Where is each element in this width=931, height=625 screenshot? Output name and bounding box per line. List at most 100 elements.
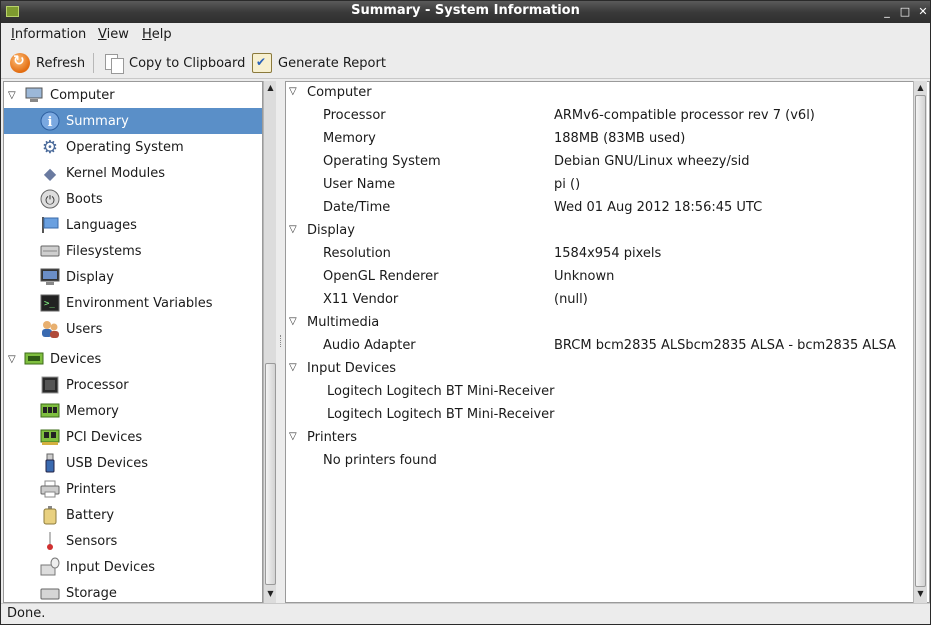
usb-icon [40,453,60,473]
tree-item-printers[interactable]: Printers [4,476,262,502]
category-tree[interactable]: ▽ Computer i Summary ⚙ Operating System … [3,81,263,603]
tree-item-label: Processor [66,377,129,393]
tree-item-battery[interactable]: Battery [4,502,262,528]
svg-text:>_: >_ [44,299,55,309]
detail-row[interactable]: Processor ARMv6-compatible processor rev… [286,105,914,128]
info-icon: i [40,111,60,131]
tree-item-label: Display [66,269,114,285]
detail-row[interactable]: Operating System Debian GNU/Linux wheezy… [286,151,914,174]
tree-item-users[interactable]: Users [4,316,262,342]
tree-item-usb-devices[interactable]: USB Devices [4,450,262,476]
svg-text:⏻: ⏻ [45,193,55,207]
detail-row[interactable]: User Name pi () [286,174,914,197]
detail-row[interactable]: X11 Vendor (null) [286,289,914,312]
tree-item-pci-devices[interactable]: PCI Devices [4,424,262,450]
collapse-arrow-icon[interactable]: ▽ [289,431,297,442]
collapse-arrow-icon[interactable]: ▽ [289,224,297,235]
detail-row[interactable]: Logitech Logitech BT Mini-Receiver [286,381,914,404]
memory-icon [40,401,60,421]
scroll-up-icon[interactable]: ▲ [914,81,927,95]
toolbar: Refresh Copy to Clipboard Generate Repor… [1,47,930,79]
window-title: Summary - System Information [351,3,580,18]
refresh-icon [10,53,30,73]
detail-row[interactable]: No printers found [286,450,914,473]
collapse-arrow-icon[interactable]: ▽ [289,316,297,327]
scroll-down-icon[interactable]: ▼ [914,587,927,601]
generate-report-button[interactable]: Generate Report [252,52,386,74]
collapse-arrow-icon[interactable]: ▽ [289,86,297,97]
title-bar[interactable]: Summary - System Information _ □ ✕ [1,1,930,23]
detail-row[interactable]: Logitech Logitech BT Mini-Receiver [286,404,914,427]
tree-item-label: Users [66,321,103,337]
tree-item-label: Battery [66,507,115,523]
section-header-computer[interactable]: ▽ Computer [286,82,914,105]
section-header-input-devices[interactable]: ▽ Input Devices [286,358,914,381]
status-text: Done. [7,606,46,621]
tree-item-summary[interactable]: i Summary [4,108,262,134]
tree-item-input-devices[interactable]: Input Devices [4,554,262,580]
tree-item-label: Boots [66,191,103,207]
gear-icon: ⚙ [41,136,59,158]
tree-item-label: Operating System [66,139,184,155]
tree-item-languages[interactable]: Languages [4,212,262,238]
tree-item-storage[interactable]: Storage [4,580,262,602]
section-header-display[interactable]: ▽ Display [286,220,914,243]
app-window: Summary - System Information _ □ ✕ Infor… [0,0,931,625]
detail-row[interactable]: OpenGL Renderer Unknown [286,266,914,289]
devices-icon [24,349,44,369]
detail-row[interactable]: Memory 188MB (83MB used) [286,128,914,151]
kernel-icon: ◆ [43,163,57,183]
tree-item-sensors[interactable]: Sensors [4,528,262,554]
svg-text:i: i [48,115,53,130]
computer-icon [24,85,44,105]
tree-item-label: Sensors [66,533,118,549]
detail-row[interactable]: Date/Time Wed 01 Aug 2012 18:56:45 UTC [286,197,914,220]
tree-group-devices[interactable]: ▽ Devices [4,346,262,372]
collapse-arrow-icon[interactable]: ▽ [8,90,16,101]
details-scrollbar-thumb[interactable] [915,95,926,587]
tree-scrollbar-thumb[interactable] [265,363,276,585]
details-view[interactable]: ▽ Computer Processor ARMv6-compatible pr… [285,81,930,603]
tree-group-computer[interactable]: ▽ Computer [4,82,262,108]
tree-item-environment-variables[interactable]: >_ Environment Variables [4,290,262,316]
tree-item-label: Memory [66,403,119,419]
collapse-arrow-icon[interactable]: ▽ [8,354,16,365]
printer-icon [40,479,60,499]
maximize-button[interactable]: □ [897,4,913,20]
tree-item-memory[interactable]: Memory [4,398,262,424]
tree-item-operating-system[interactable]: ⚙ Operating System [4,134,262,160]
section-header-multimedia[interactable]: ▽ Multimedia [286,312,914,335]
report-icon [252,53,272,73]
detail-row[interactable]: Resolution 1584x954 pixels [286,243,914,266]
close-button[interactable]: ✕ [915,4,931,20]
tree-item-filesystems[interactable]: Filesystems [4,238,262,264]
tree-item-label: Filesystems [66,243,142,259]
tree-item-processor[interactable]: Processor [4,372,262,398]
users-icon [40,319,60,339]
detail-row[interactable]: Audio Adapter BRCM bcm2835 ALSbcm2835 AL… [286,335,914,358]
tree-item-boots[interactable]: ⏻ Boots [4,186,262,212]
toolbar-separator [93,53,94,73]
details-scrollbar[interactable]: ▲ ▼ [913,81,927,603]
copy-label: Copy to Clipboard [129,55,246,71]
input-device-icon [40,557,60,577]
terminal-icon: >_ [40,293,60,313]
minimize-button[interactable]: _ [879,4,895,20]
tree-item-display[interactable]: Display [4,264,262,290]
menu-view[interactable]: View [98,27,129,42]
section-header-printers[interactable]: ▽ Printers [286,427,914,450]
battery-icon [40,505,60,525]
refresh-button[interactable]: Refresh [10,52,85,74]
tree-item-label: Summary [66,113,129,129]
refresh-label: Refresh [36,55,86,71]
menu-help[interactable]: Help [142,27,172,42]
collapse-arrow-icon[interactable]: ▽ [289,362,297,373]
tree-item-kernel-modules[interactable]: ◆ Kernel Modules [4,160,262,186]
splitter-grip[interactable] [280,335,282,347]
copy-to-clipboard-button[interactable]: Copy to Clipboard [105,52,245,74]
clipboard-icon [105,53,124,74]
tree-item-label: Input Devices [66,559,156,575]
menu-information[interactable]: Information [11,27,86,42]
tree-scrollbar[interactable]: ▲ ▼ [263,81,277,603]
tree-item-label: Kernel Modules [66,165,166,181]
